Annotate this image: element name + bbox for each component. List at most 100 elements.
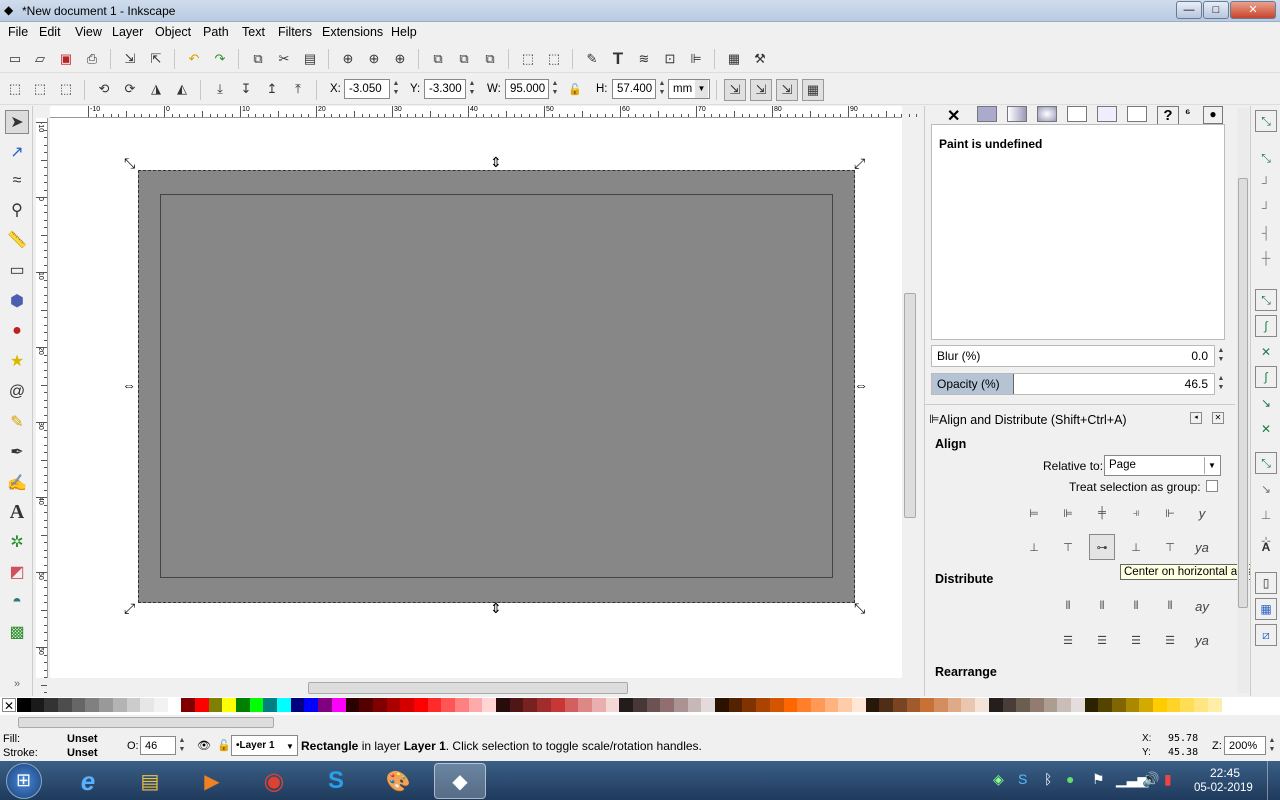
- color-swatch[interactable]: [71, 698, 86, 712]
- group-icon[interactable]: ⬚: [519, 50, 537, 68]
- color-swatch[interactable]: [413, 698, 428, 712]
- menu-filters[interactable]: Filters: [278, 25, 312, 39]
- color-swatch[interactable]: [537, 698, 551, 712]
- skype-tray-icon[interactable]: S: [1018, 771, 1027, 787]
- save-icon[interactable]: ▣: [57, 50, 75, 68]
- layer-visibility-icon[interactable]: 👁: [197, 739, 211, 752]
- color-swatch[interactable]: [345, 698, 360, 712]
- color-swatch[interactable]: [372, 698, 387, 712]
- color-swatch[interactable]: [769, 698, 784, 712]
- horizontal-scroll-thumb[interactable]: [308, 682, 628, 694]
- opacity-status-input[interactable]: 46: [140, 736, 176, 755]
- align-baselines-icon[interactable]: ya: [1189, 534, 1215, 560]
- w-spinner[interactable]: ▲ ▼: [550, 79, 560, 99]
- cut-icon[interactable]: ✂: [275, 50, 293, 68]
- distribute-centers-vertical-icon[interactable]: ☰: [1089, 627, 1115, 653]
- horizontal-scrollbar[interactable]: [50, 680, 902, 696]
- color-swatch[interactable]: [920, 698, 935, 712]
- w-input[interactable]: 95.000: [505, 79, 549, 99]
- snap-rotation-center-icon[interactable]: ⤡: [1255, 452, 1277, 474]
- undo-icon[interactable]: ↶: [185, 50, 203, 68]
- color-swatch[interactable]: [1070, 698, 1085, 712]
- star-tool-icon[interactable]: ★: [5, 349, 29, 373]
- selector-tool-icon[interactable]: ➤: [5, 110, 29, 134]
- measure-tool-icon[interactable]: 📏: [5, 228, 29, 252]
- align-top-edges-icon[interactable]: ⊤: [1055, 534, 1081, 560]
- relative-to-select[interactable]: Page ▼: [1104, 455, 1221, 476]
- color-swatch[interactable]: [400, 698, 414, 712]
- volume-tray-icon[interactable]: 🔊: [1142, 771, 1159, 788]
- color-swatch[interactable]: [975, 698, 989, 712]
- snap-line-midpoints-icon[interactable]: ↘: [1255, 392, 1277, 414]
- color-swatch[interactable]: [331, 698, 346, 712]
- color-swatch[interactable]: [468, 698, 483, 712]
- snap-enable-icon[interactable]: ⤡: [1255, 110, 1277, 132]
- pen-tool-icon[interactable]: ✒: [5, 440, 29, 464]
- color-swatch[interactable]: [756, 698, 770, 712]
- color-swatch[interactable]: [824, 698, 839, 712]
- color-swatch[interactable]: [222, 698, 236, 712]
- color-swatch[interactable]: [509, 698, 524, 712]
- menu-path[interactable]: Path: [203, 25, 229, 39]
- align-right-to-left-icon[interactable]: ⊨: [1021, 500, 1047, 526]
- pattern-icon[interactable]: [1097, 106, 1117, 122]
- color-swatch[interactable]: [1057, 698, 1071, 712]
- color-swatch[interactable]: [523, 698, 538, 712]
- menu-layer[interactable]: Layer: [112, 25, 143, 39]
- open-icon[interactable]: ▱: [31, 50, 49, 68]
- snap-page-icon[interactable]: ▯: [1255, 572, 1277, 594]
- vertical-scrollbar[interactable]: [902, 118, 918, 678]
- color-swatch[interactable]: [277, 698, 291, 712]
- ellipse-tool-icon[interactable]: ●: [5, 319, 29, 343]
- layer-lock-icon[interactable]: 🔓: [217, 739, 231, 752]
- color-swatch[interactable]: [359, 698, 373, 712]
- minimize-button[interactable]: —: [1176, 1, 1202, 19]
- color-swatch[interactable]: [58, 698, 72, 712]
- opacity-slider[interactable]: Opacity (%) 46.5: [931, 373, 1215, 395]
- import-icon[interactable]: ⇲: [121, 50, 139, 68]
- scale-handle-nw-icon[interactable]: ⤡: [124, 155, 135, 172]
- text-tool-icon[interactable]: A: [5, 500, 29, 524]
- snap-page-border-icon[interactable]: ↘: [1255, 478, 1277, 500]
- color-swatch[interactable]: [1002, 698, 1017, 712]
- stroke-value[interactable]: Unset: [67, 747, 98, 759]
- calligraphy-tool-icon[interactable]: ✍: [5, 471, 29, 495]
- blur-slider[interactable]: Blur (%) 0.0: [931, 345, 1215, 367]
- color-swatch[interactable]: [674, 698, 688, 712]
- color-swatch[interactable]: [701, 698, 716, 712]
- inkscape-taskbar-icon[interactable]: ◆: [434, 763, 486, 799]
- y-spinner[interactable]: ▲ ▼: [467, 79, 477, 99]
- action-center-icon[interactable]: ⚑: [1092, 771, 1105, 788]
- menu-edit[interactable]: Edit: [39, 25, 61, 39]
- color-swatch[interactable]: [660, 698, 674, 712]
- mesh-gradient-icon[interactable]: [1067, 106, 1087, 122]
- color-swatch[interactable]: [988, 698, 1003, 712]
- x-spinner[interactable]: ▲ ▼: [391, 79, 401, 99]
- color-swatch[interactable]: [44, 698, 59, 712]
- lower-bottom-icon[interactable]: ⤓: [211, 80, 229, 98]
- color-swatch[interactable]: [715, 698, 729, 712]
- menu-text[interactable]: Text: [242, 25, 265, 39]
- color-swatch[interactable]: [427, 698, 442, 712]
- unset-paint-icon[interactable]: ?: [1157, 106, 1179, 126]
- color-swatch[interactable]: [1207, 698, 1222, 712]
- color-swatch[interactable]: [851, 698, 866, 712]
- start-button[interactable]: ⊞: [6, 763, 42, 799]
- rectangle-tool-icon[interactable]: ▭: [5, 258, 29, 282]
- zoom-drawing-icon[interactable]: ⊕: [365, 50, 383, 68]
- color-swatch[interactable]: [838, 698, 852, 712]
- color-swatch[interactable]: [386, 698, 401, 712]
- color-swatch[interactable]: [1098, 698, 1112, 712]
- snap-intersections-icon[interactable]: ✕: [1255, 341, 1277, 363]
- paste-icon[interactable]: ▤: [301, 50, 319, 68]
- color-swatch[interactable]: [85, 698, 100, 712]
- eraser-tool-icon[interactable]: ◩: [5, 560, 29, 584]
- color-swatch[interactable]: [1180, 698, 1195, 712]
- color-swatch[interactable]: [112, 698, 127, 712]
- select-all-layers-icon[interactable]: ⬚: [31, 80, 49, 98]
- snap-object-centers-icon[interactable]: ✕: [1255, 418, 1277, 440]
- more-tools-icon[interactable]: »: [5, 672, 29, 696]
- select-all-icon[interactable]: ⬚: [6, 80, 24, 98]
- color-swatch[interactable]: [605, 698, 620, 712]
- file-explorer-icon[interactable]: ▤: [124, 763, 176, 799]
